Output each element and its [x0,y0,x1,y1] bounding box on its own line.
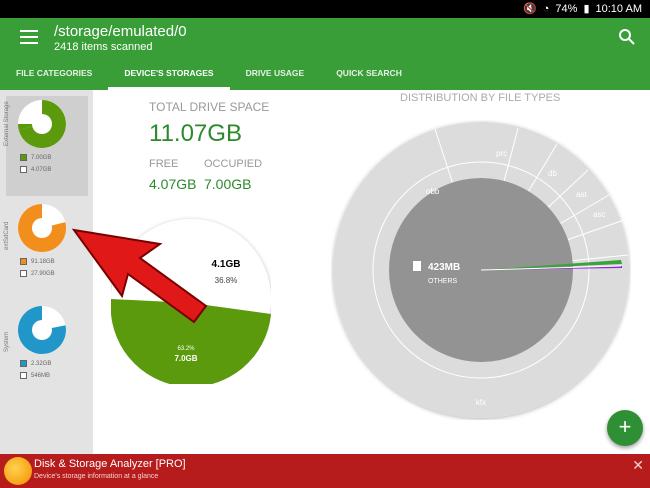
legend-used: 91.18GB [20,258,55,265]
close-icon[interactable]: ✕ [632,457,644,474]
scan-count: 2418 items scanned [54,41,153,53]
occupied-value: 7.00GB [204,176,252,192]
used-size: 7.00GB [31,154,52,161]
ad-banner[interactable]: Disk & Storage Analyzer [PRO] Device's s… [0,454,650,488]
pie-free-size: 4.1GB [212,259,241,270]
tab-drive-usage[interactable]: DRIVE USAGE [230,62,321,90]
tab-file-categories[interactable]: FILE CATEGORIES [0,62,108,90]
used-size: 91.18GB [31,258,55,265]
pie-used-size: 7.0GB [174,354,197,363]
type-label-ast: ast [576,190,587,199]
free-size: 27.90GB [31,270,55,277]
file-type-donut: obb prc db ast asc kfx 423MB OTHERS [333,122,629,418]
battery-text: 74% [555,2,578,15]
app-logo-icon [4,457,32,485]
used-size: 2.32GB [31,360,52,367]
storage-mini-donut [17,100,66,148]
tab-devices-storages[interactable]: DEVICE'S STORAGES [108,62,230,90]
free-label: FREE [149,158,179,170]
legend-free: 4.07GB [20,166,51,173]
type-label-obb: obb [426,187,440,196]
battery-icon: ▮ [583,3,590,15]
free-value: 4.07GB [149,176,197,192]
storage-name: extSdCard [4,221,10,250]
add-button[interactable]: + [607,410,643,446]
type-label-kfx: kfx [476,398,486,407]
center-label: OTHERS [428,278,458,285]
clock: 10:10 AM [595,2,642,15]
pie-used-pct: 63.2% [177,346,195,352]
search-icon[interactable] [618,28,636,46]
status-bar: 🔇 ◔ 74% ▮ 10:10 AM [0,0,650,18]
center-size: 423MB [428,262,460,273]
occupied-label: OCCUPIED [204,158,263,170]
tab-quick-search[interactable]: QUICK SEARCH [320,62,418,90]
storage-name: System [4,331,10,352]
type-label-db: db [548,169,557,178]
legend-used: 2.32GB [20,360,51,367]
menu-icon[interactable] [20,30,38,44]
red-arrow-annotation [71,228,208,324]
total-drive-space-label: TOTAL DRIVE SPACE [149,100,270,114]
distribution-title: DISTRIBUTION BY FILE TYPES [400,92,561,104]
tab-bar: FILE CATEGORIES DEVICE'S STORAGES DRIVE … [0,62,418,90]
banner-app-name: Disk & Storage Analyzer [PRO] [34,458,186,470]
file-icon [413,261,421,271]
storage-card-external[interactable]: External Storage 7.00GB 4.07GB [4,96,88,196]
total-drive-space-value: 11.07GB [149,120,242,147]
storage-name: External Storage [4,101,10,146]
free-size: 4.07GB [31,166,52,173]
pie-free-pct: 36.8% [215,276,238,285]
legend-used: 7.00GB [20,154,51,161]
legend-free: 546MB [20,372,50,379]
page-title: /storage/emulated/0 [54,23,187,40]
mute-icon: 🔇 [523,3,537,15]
app-bar: /storage/emulated/0 2418 items scanned F… [0,18,650,90]
legend-free: 27.90GB [20,270,55,277]
type-label-asc: asc [593,210,605,219]
free-size: 546MB [31,372,51,379]
banner-description: Device's storage information at a glance [34,473,159,480]
wifi-icon: ◔ [542,2,550,15]
type-label-prc: prc [496,149,507,158]
